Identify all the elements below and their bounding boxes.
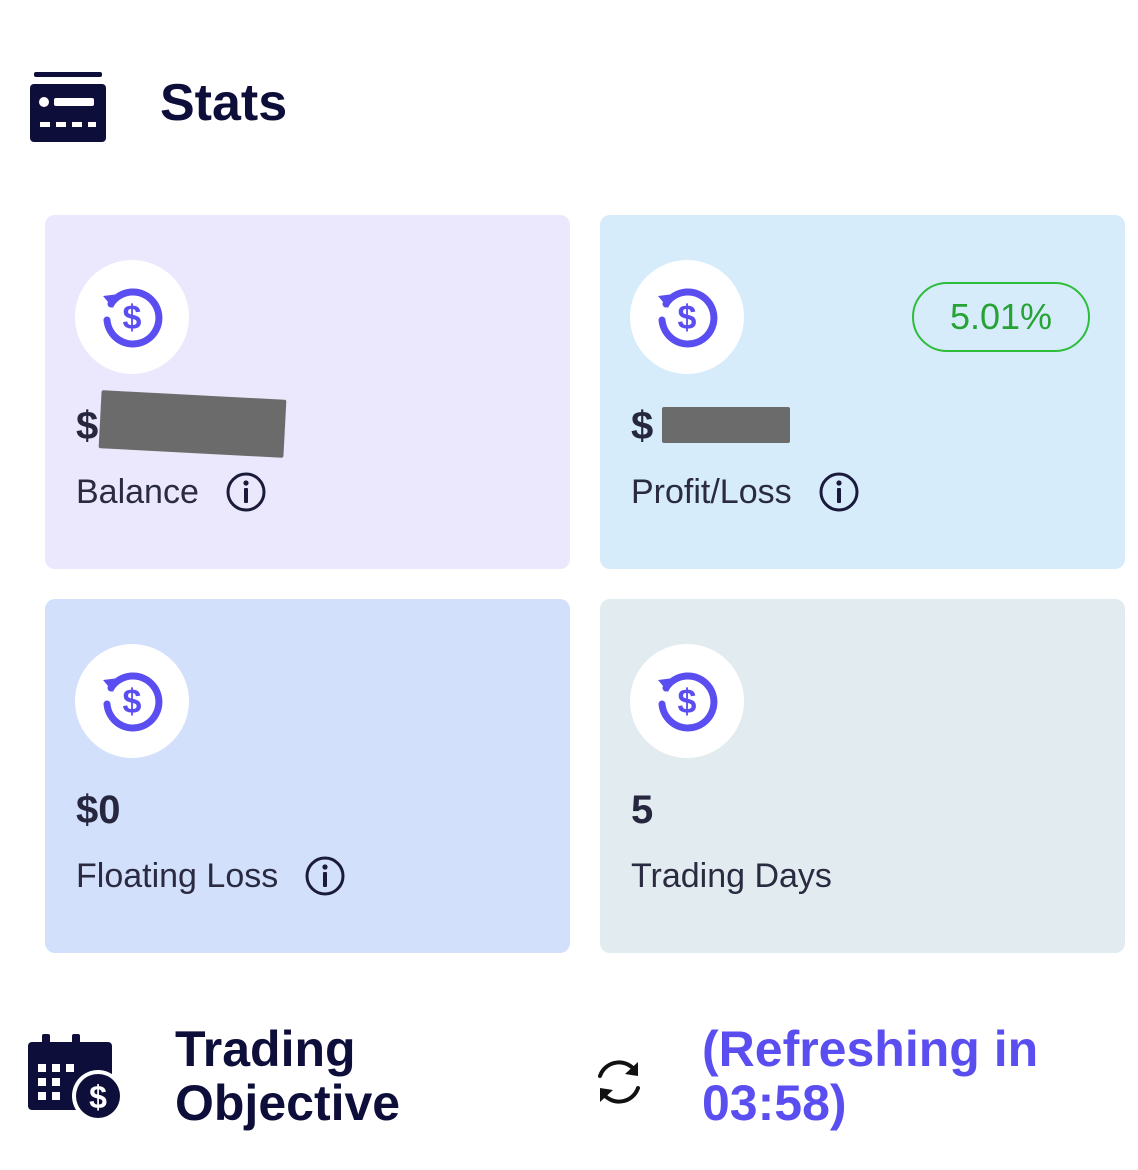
info-icon[interactable] [304, 855, 346, 897]
stats-icon [30, 72, 106, 142]
info-icon[interactable] [818, 471, 860, 513]
dollar-refresh-icon: $ [75, 260, 189, 374]
profit-loss-label: Profit/Loss [631, 473, 792, 511]
profit-loss-value: $ [631, 404, 654, 448]
redaction-overlay [662, 407, 790, 443]
balance-value: $ [76, 404, 99, 448]
calendar-dollar-icon: $ [28, 1034, 126, 1122]
trading-objective-title-line1: Trading [175, 1021, 356, 1077]
svg-text:$: $ [678, 683, 697, 721]
floating-loss-card: $ $0 Floating Loss [45, 599, 570, 953]
svg-text:$: $ [678, 299, 697, 337]
refresh-countdown: (Refreshing in 03:58) [702, 1022, 1038, 1130]
balance-label: Balance [76, 473, 199, 511]
dollar-refresh-icon: $ [630, 644, 744, 758]
redaction-overlay [98, 390, 287, 458]
trading-days-card: $ 5 Trading Days [600, 599, 1125, 953]
floating-loss-label: Floating Loss [76, 857, 279, 895]
balance-card: $ $ Balance [45, 215, 570, 569]
trading-days-value: 5 [631, 788, 654, 832]
trading-days-label: Trading Days [631, 857, 832, 895]
info-icon[interactable] [225, 471, 267, 513]
profit-percent-badge: 5.01% [912, 282, 1090, 352]
svg-text:$: $ [123, 683, 142, 721]
refresh-icon[interactable] [588, 1054, 650, 1110]
refresh-countdown-line1: (Refreshing in [702, 1021, 1039, 1077]
trading-objective-title-line2: Objective [175, 1075, 401, 1131]
dollar-refresh-icon: $ [630, 260, 744, 374]
svg-text:$: $ [123, 299, 142, 337]
refresh-countdown-line2: 03:58) [702, 1075, 847, 1131]
svg-text:$: $ [89, 1079, 107, 1115]
stats-title: Stats [160, 74, 288, 132]
floating-loss-value: $0 [76, 788, 121, 832]
profit-loss-card: $ 5.01% $ Profit/Loss [600, 215, 1125, 569]
trading-objective-title: Trading Objective [175, 1022, 400, 1130]
dollar-refresh-icon: $ [75, 644, 189, 758]
